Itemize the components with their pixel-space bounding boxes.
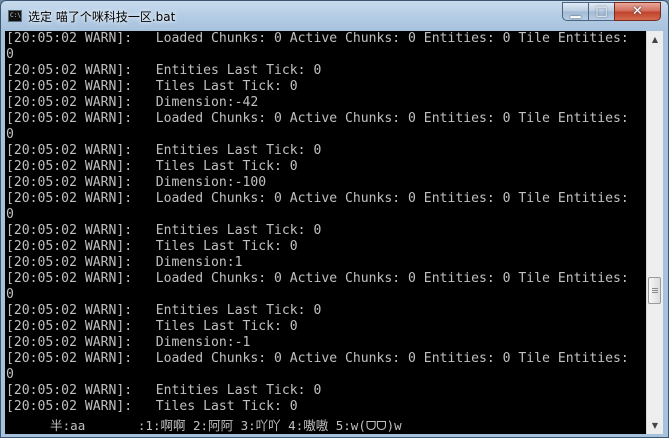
console-line: [20:05:02 WARN]: Tiles Last Tick: 0 [6,399,298,414]
console-line: [20:05:02 WARN]: Loaded Chunks: 0 Active… [6,31,629,46]
close-icon: ✕ [632,4,643,19]
ime-status-bar: 半:aa :1:啊啊 2:阿阿 3:吖吖 4:嗷嗷 5:w(ᗜᗜ)w [5,418,646,434]
minimize-button[interactable]: ▁ [562,2,589,21]
window-title: 选定 喵了个咪科技一区.bat [28,10,176,24]
title-bar[interactable]: C:\ 选定 喵了个咪科技一区.bat ▁ □ ✕ [1,1,668,31]
console-line: [20:05:02 WARN]: Entities Last Tick: 0 [6,383,322,398]
scroll-up-button[interactable]: ▲ [647,31,663,48]
console-line: 0 [6,127,14,142]
console-line: [20:05:02 WARN]: Tiles Last Tick: 0 [6,159,298,174]
console-line: [20:05:02 WARN]: Entities Last Tick: 0 [6,63,322,78]
close-button[interactable]: ✕ [614,2,661,21]
console-line: [20:05:02 WARN]: Dimension:-100 [6,175,267,190]
console-line: [20:05:02 WARN]: Tiles Last Tick: 0 [6,239,298,254]
grip-line [652,290,658,291]
console-line: [20:05:02 WARN]: Dimension:-42 [6,95,259,110]
console-window: C:\ 选定 喵了个咪科技一区.bat ▁ □ ✕ [20:05:02 WARN… [0,0,669,438]
grip-line [652,292,658,293]
minimize-icon: ▁ [570,4,581,19]
console-line: [20:05:02 WARN]: Entities Last Tick: 0 [6,143,322,158]
cmd-icon[interactable]: C:\ [8,10,22,22]
console-line: [20:05:02 WARN]: Loaded Chunks: 0 Active… [6,351,629,366]
console-line: 0 [6,47,14,62]
arrow-down-icon: ▼ [651,421,659,430]
scrollbar-thumb[interactable] [648,277,661,304]
console-line: [20:05:02 WARN]: Dimension:1 [6,255,243,270]
console-line: [20:05:02 WARN]: Dimension:-1 [6,335,251,350]
maximize-button[interactable]: □ [588,2,615,21]
console-line: 0 [6,367,14,382]
console-output[interactable]: [20:05:02 WARN]: Loaded Chunks: 0 Active… [5,31,646,434]
console-line: [20:05:02 WARN]: Tiles Last Tick: 0 [6,319,298,334]
console-line: [20:05:02 WARN]: Tiles Last Tick: 0 [6,79,298,94]
console-line: 0 [6,207,14,222]
console-line: [20:05:02 WARN]: Entities Last Tick: 0 [6,303,322,318]
console-lines: [20:05:02 WARN]: Loaded Chunks: 0 Active… [5,31,646,415]
console-line: [20:05:02 WARN]: Entities Last Tick: 0 [6,223,322,238]
console-line: [20:05:02 WARN]: Loaded Chunks: 0 Active… [6,111,629,126]
arrow-up-icon: ▲ [651,35,659,44]
scroll-down-button[interactable]: ▼ [647,417,663,434]
vertical-scrollbar[interactable]: ▲ ▼ [646,31,663,434]
console-line: [20:05:02 WARN]: Loaded Chunks: 0 Active… [6,271,629,286]
maximize-icon: □ [595,4,608,19]
console-line: [20:05:02 WARN]: Loaded Chunks: 0 Active… [6,191,629,206]
console-line: 0 [6,287,14,302]
grip-line [652,288,658,289]
